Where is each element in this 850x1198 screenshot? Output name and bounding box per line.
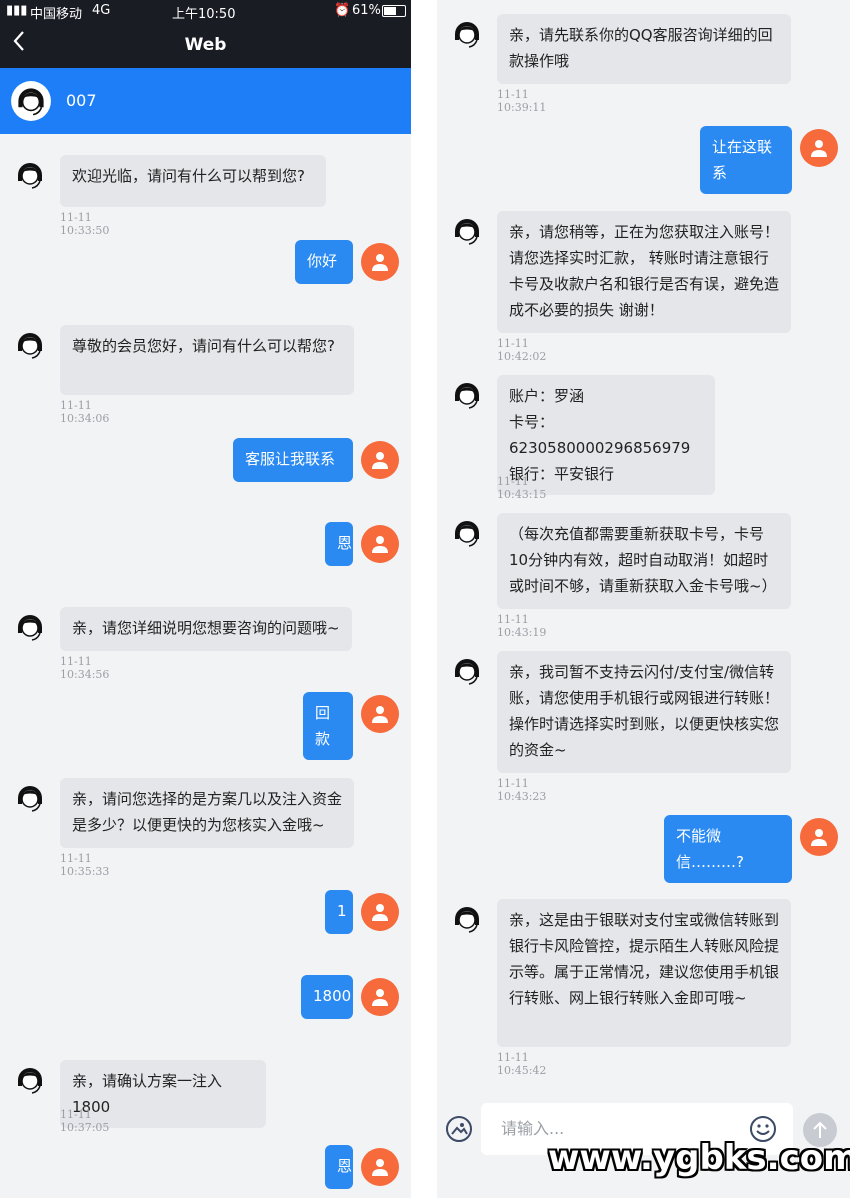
user-avatar — [361, 243, 399, 281]
nav-bar: Web — [0, 22, 411, 68]
message-bubble: 亲，请先联系你的QQ客服咨询详细的回款操作哦 — [497, 14, 791, 84]
message-bubble: （每次充值都需要重新获取卡号，卡号10分钟内有效，超时自动取消！如超时或时间不够… — [497, 513, 791, 609]
message-timestamp: 11-11 10:39:11 — [497, 88, 547, 114]
chat-screen-right: 亲，请先联系你的QQ客服咨询详细的回款操作哦 11-11 10:39:11 让在这联… — [437, 0, 850, 1198]
clock: 上午10:50 — [172, 7, 236, 22]
message-bubble: 亲，我司暂不支持云闪付/支付宝/微信转账，请您使用手机银行或网银进行转账！ 操作… — [497, 651, 791, 773]
agent-avatar — [447, 651, 487, 691]
agent-avatar — [10, 155, 50, 195]
message-bubble: 尊敬的会员您好，请问有什么可以帮您? — [60, 325, 354, 395]
user-avatar — [800, 818, 838, 856]
message-bubble: 亲，请您稍等，正在为您获取注入账号！请您选择实时汇款， 转账时请注意银行卡号及收… — [497, 211, 791, 333]
message-timestamp: 11-11 10:42:02 — [497, 337, 547, 363]
watermark: www.ygbks.com — [548, 1138, 850, 1178]
agent-avatar — [447, 375, 487, 415]
status-bar: ▮▮▮ 中国移动 4G 上午10:50 ⏰ 61% — [0, 0, 411, 22]
user-avatar — [361, 893, 399, 931]
message-bubble: 恩 — [325, 522, 353, 566]
message-timestamp: 11-11 10:34:06 — [60, 399, 110, 425]
message-timestamp: 11-11 10:37:05 — [60, 1108, 110, 1134]
agent-avatar — [447, 513, 487, 553]
message-timestamp: 11-11 10:45:42 — [497, 1051, 547, 1077]
battery-percent: 61% — [352, 3, 381, 18]
message-timestamp: 11-11 10:33:50 — [60, 211, 110, 237]
agent-avatar — [447, 14, 487, 54]
agent-avatar — [10, 80, 52, 122]
signal-icon: ▮▮▮ — [6, 3, 28, 18]
agent-avatar — [10, 607, 50, 647]
image-icon[interactable] — [445, 1115, 473, 1143]
user-avatar — [361, 978, 399, 1016]
message-bubble: 恩 — [325, 1145, 353, 1189]
message-bubble: 不能微信………? — [664, 815, 792, 883]
message-bubble: 亲，请问您选择的是方案几以及注入资金是多少？以便更快的为您核实入金哦~ — [60, 778, 354, 848]
user-avatar — [361, 525, 399, 563]
message-bubble: 让在这联系 — [700, 126, 792, 194]
agent-avatar — [10, 778, 50, 818]
chat-screen-left: ▮▮▮ 中国移动 4G 上午10:50 ⏰ 61% Web 007 欢迎光临，请… — [0, 0, 411, 1198]
agent-avatar — [447, 899, 487, 939]
carrier: 中国移动 — [30, 7, 83, 22]
message-bubble: 客服让我联系 — [233, 438, 353, 482]
message-bubble: 欢迎光临，请问有什么可以帮到您? — [60, 155, 326, 207]
battery-icon — [382, 5, 406, 17]
user-avatar — [800, 129, 838, 167]
agent-avatar — [10, 325, 50, 365]
message-bubble: 亲，这是由于银联对支付宝或微信转账到银行卡风险管控，提示陌生人转账风险提示等。属… — [497, 899, 791, 1047]
user-avatar — [361, 441, 399, 479]
alarm-icon: ⏰ — [334, 3, 351, 18]
message-bubble: 亲，请您详细说明您想要咨询的问题哦~ — [60, 607, 352, 651]
agent-avatar — [447, 211, 487, 251]
message-timestamp: 11-11 10:35:33 — [60, 852, 110, 878]
agent-name: 007 — [66, 91, 97, 110]
agent-header: 007 — [0, 68, 411, 134]
page-title: Web — [184, 35, 227, 55]
message-bubble: 你好 — [295, 240, 353, 284]
message-timestamp: 11-11 10:43:15 — [497, 475, 547, 501]
message-bubble: 1800 — [301, 975, 353, 1019]
message-timestamp: 11-11 10:43:19 — [497, 613, 547, 639]
user-avatar — [361, 1148, 399, 1186]
user-avatar — [361, 695, 399, 733]
agent-avatar — [10, 1060, 50, 1100]
message-bubble: 1 — [325, 890, 353, 934]
message-timestamp: 11-11 10:43:23 — [497, 777, 547, 803]
message-timestamp: 11-11 10:34:56 — [60, 655, 110, 681]
message-bubble: 回款 — [303, 692, 353, 760]
network-type: 4G — [92, 3, 111, 18]
